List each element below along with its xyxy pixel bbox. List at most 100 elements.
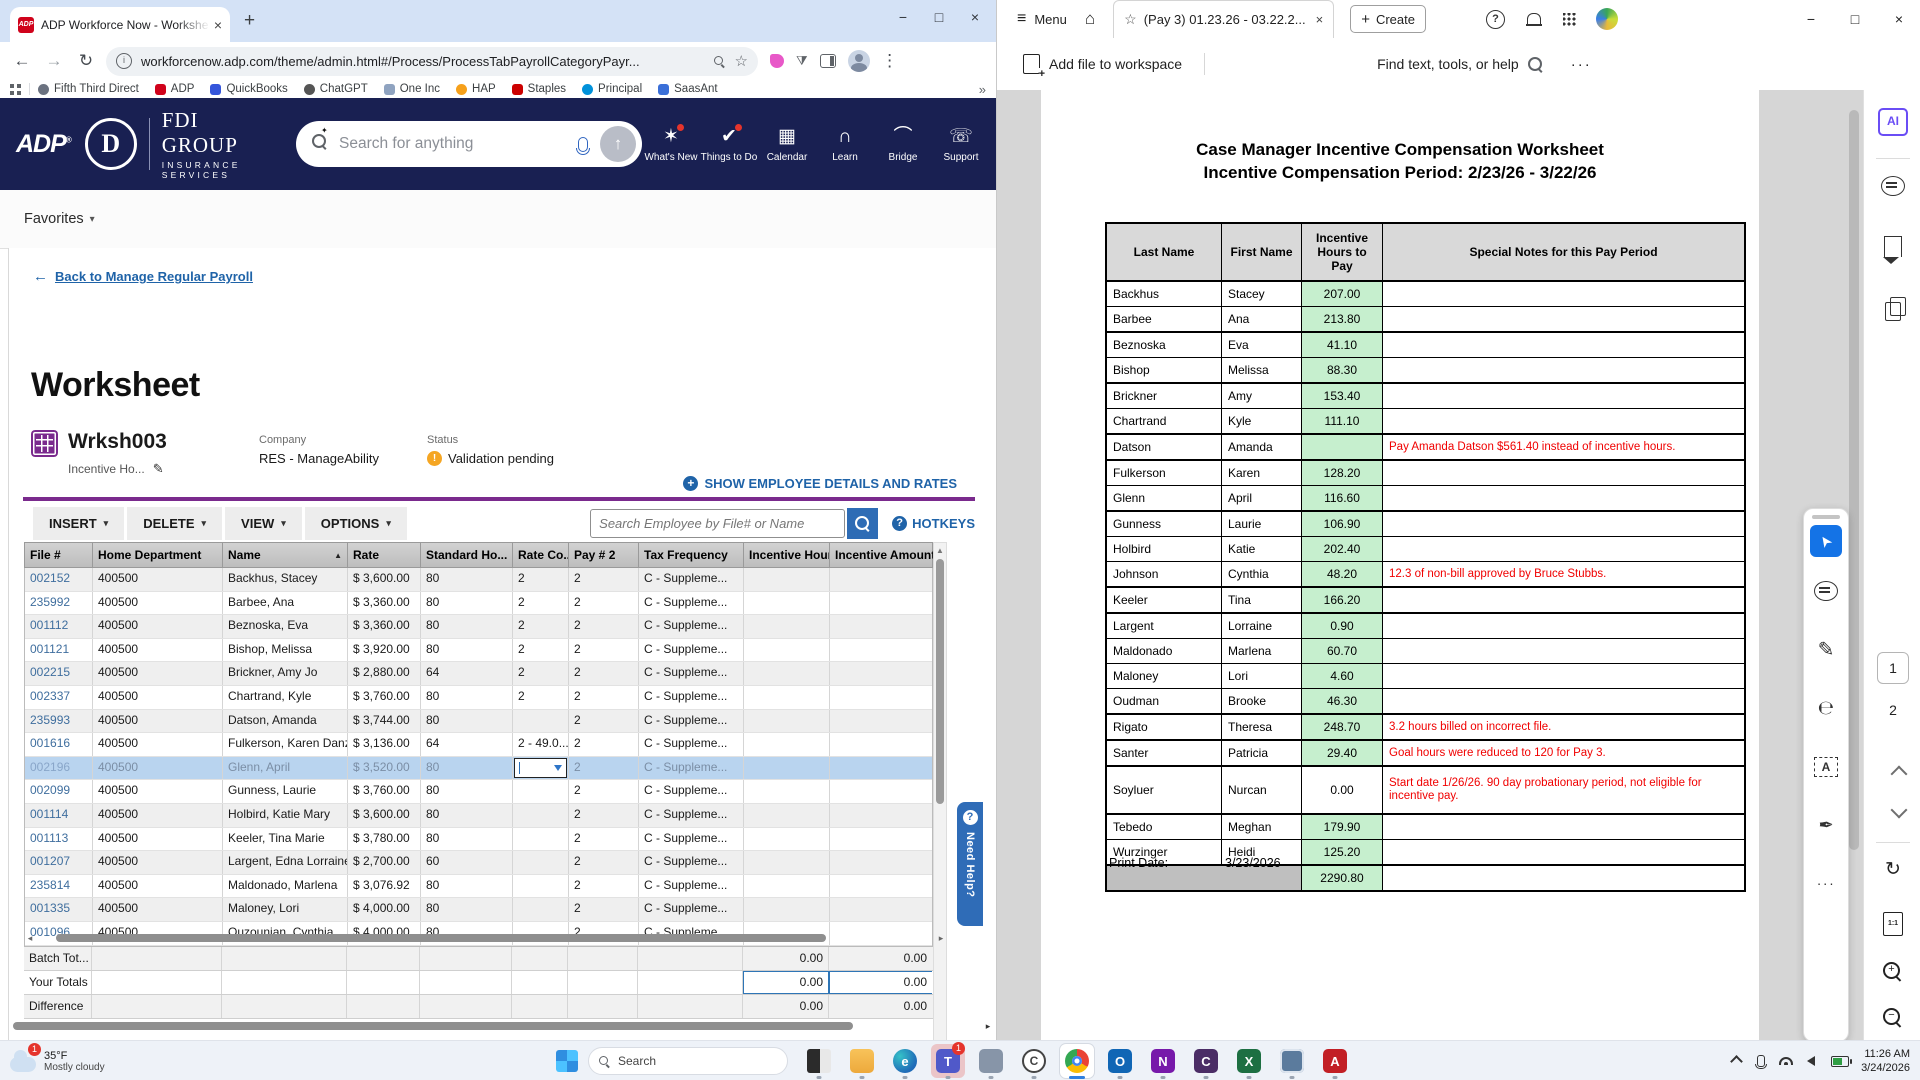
cell-rate-code[interactable]: [513, 874, 569, 898]
grid-row[interactable]: 001112 400500 Beznoska, Eva $ 3,360.00 8…: [25, 615, 932, 639]
scroll-left-icon[interactable]: ◂: [24, 933, 36, 944]
scroll-thumb[interactable]: [56, 934, 826, 942]
col-header-dept[interactable]: Home Department: [93, 543, 223, 567]
adp-nav-item[interactable]: ✔ Things to Do: [700, 124, 758, 163]
fill-sign-tool-icon[interactable]: ✒: [1818, 815, 1833, 836]
scroll-thumb[interactable]: [936, 559, 944, 804]
cell-pay2[interactable]: 2: [569, 733, 639, 756]
cell-tax-frequency[interactable]: C - Suppleme...: [639, 780, 744, 803]
cell-pay2[interactable]: 2: [569, 851, 639, 874]
cell-rate-code[interactable]: 2: [513, 685, 569, 709]
more-tools-icon[interactable]: ···: [1817, 875, 1836, 891]
delete-button[interactable]: DELETE ▾: [127, 506, 223, 540]
cell-standard-hours[interactable]: 80: [421, 780, 513, 803]
next-page-icon[interactable]: [1890, 801, 1908, 819]
cell-standard-hours[interactable]: 80: [421, 898, 513, 921]
cell-rate[interactable]: $ 3,760.00: [348, 780, 421, 803]
cell-incentive-amount[interactable]: [830, 804, 933, 827]
bookmark-star-icon[interactable]: ☆: [735, 52, 748, 70]
grid-row[interactable]: 235992 400500 Barbee, Ana $ 3,360.00 80 …: [25, 591, 932, 616]
cell-tax-frequency[interactable]: C - Suppleme...: [639, 851, 744, 874]
cell-incentive-amount[interactable]: [830, 615, 933, 638]
cell-tax-frequency[interactable]: C - Suppleme...: [639, 803, 744, 827]
forward-icon[interactable]: →: [38, 51, 70, 71]
cell-pay2[interactable]: 2: [569, 709, 639, 733]
bookmarks-overflow-icon[interactable]: »: [979, 82, 986, 97]
microphone-icon[interactable]: [576, 136, 590, 155]
actual-size-icon[interactable]: 1:1: [1883, 912, 1903, 936]
browser-minimize-button[interactable]: −: [886, 4, 920, 30]
scroll-right-icon[interactable]: ▸: [935, 933, 947, 944]
cell-name[interactable]: Largent, Edna Lorraine: [223, 851, 348, 874]
cell-file-number[interactable]: 001112: [25, 615, 93, 638]
back-to-payroll-link[interactable]: ← Back to Manage Regular Payroll: [33, 268, 253, 285]
cell-standard-hours[interactable]: 60: [421, 851, 513, 874]
cell-name[interactable]: Glenn, April: [223, 756, 348, 780]
cell-incentive-amount[interactable]: [830, 662, 933, 685]
start-button[interactable]: [556, 1050, 578, 1072]
zoom-page-icon[interactable]: [713, 55, 725, 67]
find-button[interactable]: Find text, tools, or help: [1377, 56, 1543, 72]
cell-home-department[interactable]: 400500: [93, 827, 223, 851]
col-header-file[interactable]: File #: [25, 543, 93, 567]
cell-home-department[interactable]: 400500: [93, 874, 223, 898]
rate-code-editor[interactable]: [514, 757, 567, 779]
apps-grid-icon[interactable]: [10, 83, 21, 95]
cell-rate[interactable]: $ 2,700.00: [348, 851, 421, 874]
cell-name[interactable]: Holbird, Katie Mary: [223, 803, 348, 827]
browser-maximize-button[interactable]: □: [922, 4, 956, 30]
menu-label[interactable]: Menu: [1034, 12, 1067, 27]
scroll-right-icon[interactable]: ▸: [982, 1021, 994, 1032]
cell-rate[interactable]: $ 3,520.00: [348, 756, 421, 780]
more-options-icon[interactable]: ···: [1571, 56, 1592, 73]
taskbar-app-icon[interactable]: O: [1103, 1044, 1137, 1079]
cell-file-number[interactable]: 002337: [25, 685, 93, 709]
search-submit-button[interactable]: ↑: [600, 126, 636, 162]
tab-close-icon[interactable]: ×: [214, 17, 222, 33]
adp-nav-item[interactable]: ▦ Calendar: [758, 125, 816, 163]
cell-tax-frequency[interactable]: C - Suppleme...: [639, 874, 744, 898]
cell-standard-hours[interactable]: 80: [421, 685, 513, 709]
tab-close-icon[interactable]: ×: [1316, 12, 1324, 27]
zoom-out-icon[interactable]: −: [1883, 1008, 1903, 1028]
cell-incentive-hours[interactable]: [744, 827, 830, 851]
page-horizontal-scrollbar[interactable]: ▸: [9, 1020, 994, 1032]
cell-incentive-amount[interactable]: [830, 851, 933, 874]
employee-search-button[interactable]: [847, 507, 879, 539]
cell-home-department[interactable]: 400500: [93, 568, 223, 591]
col-header-rate[interactable]: Rate: [348, 543, 421, 567]
bookmark-item[interactable]: Staples: [511, 83, 566, 95]
cell-tax-frequency[interactable]: C - Suppleme...: [639, 709, 744, 733]
cell-home-department[interactable]: 400500: [93, 851, 223, 874]
taskbar-app-icon[interactable]: [845, 1044, 879, 1079]
cell-rate[interactable]: $ 3,744.00: [348, 709, 421, 733]
totals-incentive-amount[interactable]: 0.00: [829, 947, 932, 970]
star-icon[interactable]: ☆: [1124, 11, 1137, 28]
browser-menu-icon[interactable]: ⋮: [874, 51, 906, 71]
favorites-menu[interactable]: Favorites: [24, 211, 84, 227]
cell-pay2[interactable]: 2: [569, 756, 639, 780]
cell-file-number[interactable]: 001114: [25, 803, 93, 827]
cell-tax-frequency[interactable]: C - Suppleme...: [639, 638, 744, 662]
extensions-puzzle-icon[interactable]: ⧩: [796, 53, 808, 69]
new-tab-button[interactable]: +: [244, 10, 255, 32]
cell-name[interactable]: Gunness, Laurie: [223, 780, 348, 803]
cell-pay2[interactable]: 2: [569, 685, 639, 709]
tray-chevron-icon[interactable]: [1730, 1054, 1743, 1068]
show-employee-details-link[interactable]: + SHOW EMPLOYEE DETAILS AND RATES: [683, 476, 957, 491]
cell-rate-code[interactable]: [513, 756, 569, 780]
cell-incentive-amount[interactable]: [830, 733, 933, 756]
scroll-thumb[interactable]: [13, 1022, 853, 1030]
grid-row[interactable]: 002196 400500 Glenn, April $ 3,520.00 80…: [25, 756, 932, 781]
apps-grid-icon[interactable]: [1563, 12, 1576, 26]
taskbar-app-icon[interactable]: N: [1146, 1044, 1180, 1079]
cell-rate-code[interactable]: [513, 851, 569, 874]
taskbar-app-icon[interactable]: C: [1017, 1044, 1051, 1079]
taskbar-search[interactable]: Search: [588, 1047, 788, 1075]
taskbar-app-icon[interactable]: C: [1189, 1044, 1223, 1079]
cell-rate-code[interactable]: 2: [513, 591, 569, 615]
cell-home-department[interactable]: 400500: [93, 756, 223, 780]
cell-rate[interactable]: $ 2,880.00: [348, 662, 421, 685]
cell-tax-frequency[interactable]: C - Suppleme...: [639, 615, 744, 638]
cell-name[interactable]: Maloney, Lori: [223, 898, 348, 921]
